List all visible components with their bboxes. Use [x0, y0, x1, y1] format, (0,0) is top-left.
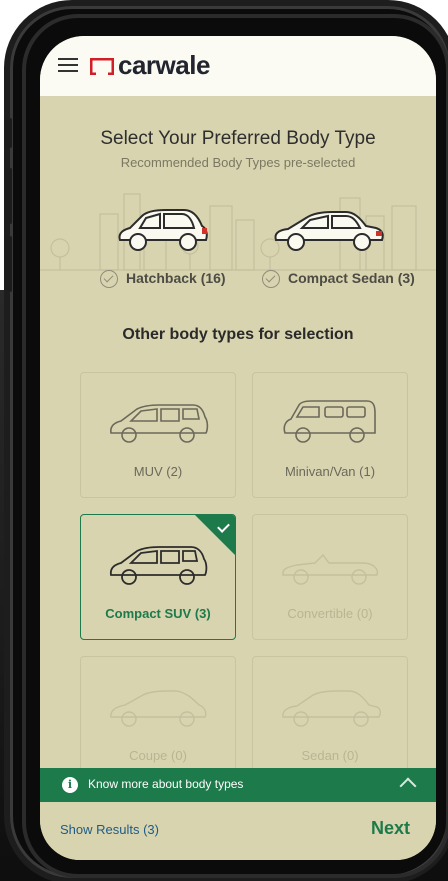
convertible-car-icon — [282, 553, 379, 585]
other-body-types-title: Other body types for selection — [122, 326, 354, 343]
show-results-link[interactable]: Show Results (3) — [60, 822, 159, 837]
minivan-label: Minivan/Van (1) — [284, 464, 376, 479]
phone-side-button — [4, 168, 12, 224]
compact-sedan-option[interactable]: Compact Sedan (3) — [262, 270, 415, 289]
know-more-text: Know more about body types — [88, 777, 244, 791]
sedan-car-icon — [282, 690, 382, 727]
hatchback-label: Hatchback (16) — [126, 270, 226, 286]
next-button[interactable]: Next — [371, 818, 410, 839]
muv-label: MUV (2) — [133, 464, 183, 479]
compact-sedan-car-icon[interactable] — [272, 204, 386, 256]
phone-side-button — [4, 118, 12, 148]
body-type-card-minivan[interactable]: Minivan/Van (1) — [252, 372, 408, 498]
coupe-label: Coupe (0) — [129, 748, 187, 763]
sedan-label: Sedan (0) — [301, 748, 359, 763]
check-icon — [100, 270, 118, 289]
chevron-up-icon[interactable] — [399, 777, 417, 795]
info-icon: i — [62, 777, 78, 793]
minivan-car-icon — [283, 400, 376, 443]
coupe-car-icon — [110, 690, 207, 727]
page-subtitle: Recommended Body Types pre-selected — [120, 155, 356, 170]
compact-sedan-label: Compact Sedan (3) — [288, 270, 415, 286]
carwale-logo-icon — [90, 58, 114, 75]
hamburger-icon[interactable] — [58, 58, 78, 72]
hatchback-car-icon[interactable] — [114, 204, 210, 256]
body-type-card-compact-suv[interactable]: Compact SUV (3) — [80, 514, 236, 640]
muv-car-icon — [110, 404, 209, 443]
body-type-card-muv[interactable]: MUV (2) — [80, 372, 236, 498]
body-type-card-sedan: Sedan (0) — [252, 656, 408, 782]
body-type-card-coupe: Coupe (0) — [80, 656, 236, 782]
selected-corner — [194, 515, 235, 556]
hatchback-option[interactable]: Hatchback (16) — [100, 270, 226, 289]
body-type-card-convertible: Convertible (0) — [252, 514, 408, 640]
phone-side-button — [4, 236, 12, 292]
footer-bar: Show Results (3) Next — [40, 802, 436, 860]
phone-screen: carwale Select Your Preferred Body Type … — [40, 36, 436, 860]
compact-suv-label: Compact SUV (3) — [105, 606, 211, 621]
app-logo[interactable]: carwale — [118, 50, 210, 81]
know-more-bar[interactable]: i Know more about body types — [40, 768, 436, 802]
convertible-label: Convertible (0) — [287, 606, 373, 621]
check-icon — [262, 270, 280, 289]
app-header: carwale — [40, 36, 436, 97]
page-title: Select Your Preferred Body Type — [100, 128, 376, 149]
